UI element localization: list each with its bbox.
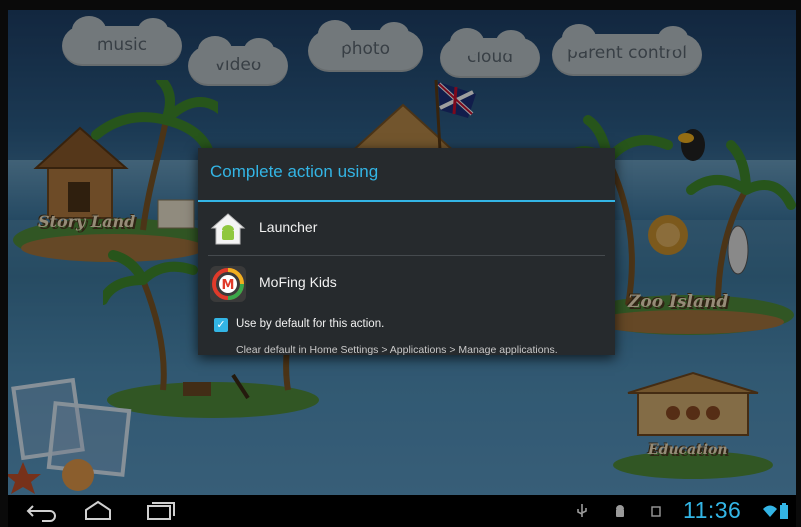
android-home-icon [210,213,246,245]
status-clock: 11:36 [683,497,742,523]
back-icon[interactable] [20,499,64,523]
use-by-default-checkbox[interactable]: ✓ [214,318,228,332]
svg-text:M: M [222,278,235,293]
complete-action-dialog: Complete action using Launcher M MoFing … [198,148,615,356]
mofing-kids-icon: M [210,266,246,302]
home-icon[interactable] [76,499,120,523]
app-option-launcher[interactable]: Launcher [198,202,615,254]
sd-card-icon [651,506,661,517]
android-debug-icon [616,505,624,517]
app-label: Launcher [259,219,318,235]
usb-icon [577,504,587,517]
battery-icon [780,503,788,519]
dialog-title: Complete action using [210,162,379,181]
clear-default-hint: Clear default in Home Settings > Applica… [236,344,558,356]
use-by-default-label: Use by default for this action. [236,318,385,330]
app-label: MoFing Kids [259,274,337,290]
recent-apps-icon[interactable] [136,499,180,523]
system-navigation-bar: 11:36 [8,495,796,527]
row-divider [208,255,605,256]
wifi-icon [763,505,777,517]
app-option-mofing-kids[interactable]: M MoFing Kids [198,257,615,309]
